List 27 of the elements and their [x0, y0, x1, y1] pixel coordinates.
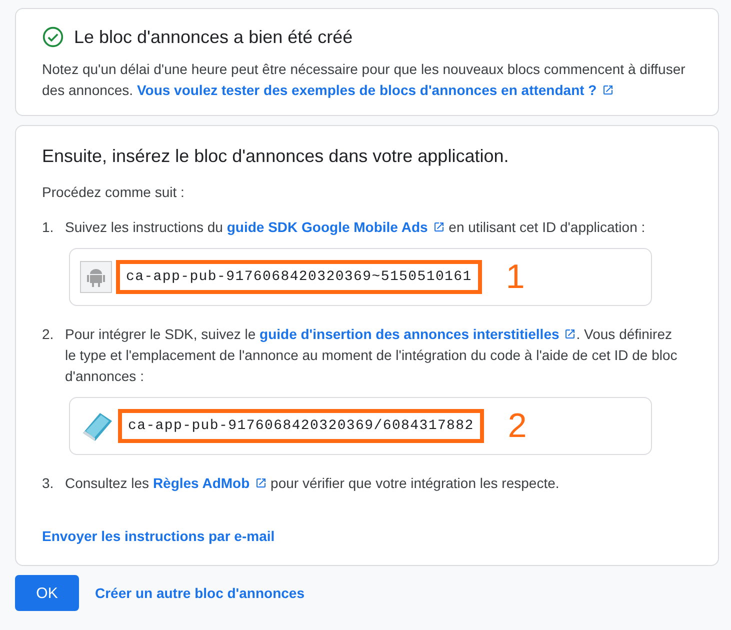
help-link[interactable]: guide d'insertion des annonces interstitielles — [260, 326, 576, 342]
help-link[interactable]: Règles AdMob — [152, 475, 267, 491]
step-number: 3. — [42, 474, 55, 493]
success-title: Le bloc d'annonces a bien été créé — [74, 26, 353, 49]
android-icon — [80, 261, 112, 293]
external-link-icon — [254, 477, 267, 489]
step-number: 1. — [42, 218, 55, 237]
success-message: Notez qu'un délai d'une heure peut être nécessaire pour que les nouveaux blocs commencent à diffuser des annonces. Vous voulez tester des exemples de blocs d'annonces en attendant ? — [42, 60, 686, 100]
external-link-icon — [432, 221, 445, 233]
step-text: Suivez les instructions du guide SDK Google Mobile Ads en utilisant cet ID d'application : — [65, 218, 646, 237]
ok-button[interactable]: OK — [15, 575, 79, 611]
external-link-icon — [564, 328, 576, 340]
help-link[interactable]: Vous voulez tester des exemples de blocs d'annonces en attendant ? — [136, 82, 614, 98]
external-link-icon — [602, 84, 614, 96]
help-link[interactable]: guide SDK Google Mobile Ads — [226, 219, 445, 235]
create-another-link[interactable]: Créer un autre bloc d'annonces — [95, 585, 304, 601]
step-number: 2. — [42, 325, 55, 344]
intro-text: Procédez comme suit : — [42, 183, 186, 202]
step-text: Consultez les Règles AdMob pour vérifier que votre intégration les respecte. — [65, 474, 560, 493]
callout-number: 2 — [508, 409, 527, 443]
success-check-icon — [42, 26, 64, 48]
callout-number: 1 — [506, 260, 525, 294]
email-link[interactable]: Envoyer les instructions par e-mail — [42, 528, 275, 544]
id-code: ca-app-pub-9176068420320369~5150510161 — [116, 260, 482, 294]
step-text: Pour intégrer le SDK, suivez le guide d'insertion des annonces interstitielles . Vous définirez le type et l'emplacement de l'annonce au moment de l'intégration du code à l'aide de cet ID de bloc d'annonces : — [65, 325, 678, 386]
section-title: Ensuite, insérez le bloc d'annonces dans votre application. — [42, 145, 510, 168]
id-code: ca-app-pub-9176068420320369/6084317882 — [118, 409, 484, 443]
